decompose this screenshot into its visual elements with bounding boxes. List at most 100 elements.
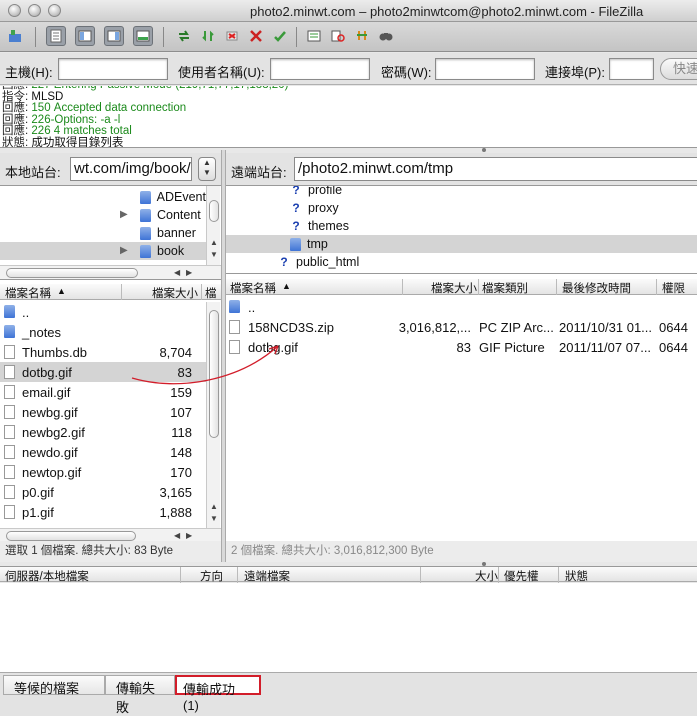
remote-file-row[interactable]: 158NCD3S.zip 3,016,812,... PC ZIP Arc... 20… [226, 317, 697, 337]
local-file-row[interactable]: newtop.gif 170 [0, 462, 206, 482]
local-tree-item[interactable]: ▶ book [0, 242, 206, 260]
local-tree-vscroll[interactable]: ▲ ▼ [206, 186, 220, 266]
log-line-text: 226-Options: -a -l [31, 113, 121, 126]
col-header-direction[interactable]: 方向 [200, 568, 223, 584]
local-file-size: 3,165 [159, 485, 192, 500]
local-file-row[interactable]: .. [0, 302, 206, 322]
directory-filter-icon[interactable] [304, 26, 324, 46]
local-file-name: .. [22, 305, 30, 320]
reconnect-icon[interactable] [270, 26, 290, 46]
local-site-label: 本地站台: [5, 165, 61, 180]
toggle-queue-icon[interactable] [133, 26, 153, 46]
close-window-button[interactable] [8, 4, 21, 17]
scroll-thumb[interactable] [6, 531, 136, 541]
local-file-name: Thumbs.db [22, 345, 88, 360]
host-input[interactable] [58, 58, 168, 80]
remote-tree-item[interactable]: ? themes [226, 217, 697, 235]
toggle-log-icon[interactable] [46, 26, 66, 46]
tab-successful-transfers[interactable]: 傳輸成功 (1) [175, 675, 261, 713]
col-header-filename[interactable]: 檔案名稱 [230, 280, 276, 296]
toggle-compare-icon[interactable] [328, 26, 348, 46]
col-header-filename[interactable]: 檔案名稱 [5, 285, 51, 301]
file-icon [4, 485, 15, 499]
log-line-label: 回應: [2, 125, 29, 137]
search-icon[interactable] [376, 26, 396, 46]
col-header-remote-file[interactable]: 遠端檔案 [244, 568, 290, 584]
unknown-folder-icon: ? [292, 185, 300, 197]
sync-browse-icon[interactable] [352, 26, 372, 46]
log-line-text: 227 Entering Passive Mode (219,71,77,17,… [31, 86, 288, 91]
splitter-handle[interactable] [482, 148, 486, 152]
local-file-size: 1,888 [159, 505, 192, 520]
queue-tabs: 等候的檔案 傳輸失敗 傳輸成功 (1) [0, 672, 697, 716]
disclosure-triangle-icon[interactable]: ▶ [120, 245, 128, 256]
scroll-thumb[interactable] [209, 200, 219, 222]
remote-file-row[interactable]: dotbg.gif 83 GIF Picture 2011/11/07 07... 06… [226, 337, 697, 357]
local-file-row[interactable]: newbg.gif 107 [0, 402, 206, 422]
site-manager-icon[interactable] [5, 26, 25, 46]
local-file-row[interactable]: p0.gif 3,165 [0, 482, 206, 502]
remote-tree-item[interactable]: tmp [226, 235, 697, 253]
unknown-folder-icon: ? [292, 200, 300, 215]
toggle-local-tree-icon[interactable] [75, 26, 95, 46]
remote-file-row[interactable]: .. [226, 297, 697, 317]
col-header-priority[interactable]: 優先權 [504, 568, 539, 584]
local-list-hscroll[interactable]: ◀ ▶ [0, 528, 221, 541]
local-dir-tree: ADEvent ▶ Content banner ▶ book ▲ ▼ ◀ ▶ [0, 185, 221, 279]
message-log[interactable]: 回應: 227 Entering Passive Mode (219,71,77… [0, 86, 697, 148]
quickconnect-button[interactable]: 快速 [660, 58, 697, 80]
remote-tree-item[interactable]: ? proxy [226, 199, 697, 217]
col-header-filetype[interactable]: 檔 [205, 285, 217, 301]
local-file-list: 檔案名稱 ▲ 檔案大小 檔 .. _notes Thumbs.db 8,704 dotb… [0, 279, 221, 541]
refresh-icon[interactable] [174, 26, 194, 46]
local-path-input[interactable]: wt.com/img/book/ [70, 157, 192, 181]
unknown-folder-icon: ? [292, 218, 300, 233]
queue-list [0, 583, 697, 673]
zoom-window-button[interactable] [48, 4, 61, 17]
file-icon [4, 385, 15, 399]
local-tree-item[interactable]: banner [0, 224, 206, 242]
file-icon [4, 425, 15, 439]
local-tree-item[interactable]: ▶ Content [0, 206, 206, 224]
local-file-row[interactable]: newbg2.gif 118 [0, 422, 206, 442]
col-header-filesize[interactable]: 檔案大小 [431, 280, 477, 296]
tab-queued-files[interactable]: 等候的檔案 [3, 675, 105, 696]
disconnect-icon[interactable] [246, 26, 266, 46]
local-tree-item-label: book [157, 244, 185, 258]
local-file-row[interactable]: p1.gif 1,888 [0, 502, 206, 522]
toggle-remote-tree-icon[interactable] [104, 26, 124, 46]
col-header-modified[interactable]: 最後修改時間 [562, 280, 631, 296]
remote-path-input[interactable]: /photo2.minwt.com/tmp [294, 157, 697, 181]
local-file-row[interactable]: newdo.gif 148 [0, 442, 206, 462]
username-input[interactable] [270, 58, 370, 80]
local-tree-hscroll[interactable]: ◀ ▶ [0, 265, 221, 279]
port-label: 連接埠(P): [545, 65, 605, 80]
password-label: 密碼(W): [381, 65, 432, 80]
disclosure-triangle-icon[interactable]: ▶ [120, 209, 128, 220]
remote-tree-item[interactable]: ? public_html [226, 253, 697, 271]
col-header-size[interactable]: 大小 [475, 568, 498, 584]
local-file-name: email.gif [22, 385, 71, 400]
log-line-label: 指令: [2, 90, 29, 103]
col-header-filesize[interactable]: 檔案大小 [152, 285, 198, 301]
tab-failed-transfers[interactable]: 傳輸失敗 [105, 675, 175, 715]
minimize-window-button[interactable] [28, 4, 41, 17]
folder-icon [290, 237, 301, 251]
local-tree-item[interactable]: ADEvent [0, 188, 206, 206]
col-header-filetype[interactable]: 檔案類別 [482, 280, 528, 296]
col-header-server[interactable]: 伺服器/本地檔案 [5, 568, 89, 584]
cancel-icon[interactable] [222, 26, 242, 46]
col-header-status[interactable]: 狀態 [565, 568, 588, 584]
remote-tree-item[interactable]: ? profile [226, 185, 697, 199]
folder-icon [4, 325, 15, 338]
remote-tree-item-label: themes [308, 219, 349, 233]
password-input[interactable] [435, 58, 535, 80]
col-header-permissions[interactable]: 權限 [662, 280, 685, 296]
scroll-thumb[interactable] [6, 268, 138, 278]
port-input[interactable] [609, 58, 654, 80]
local-path-dropdown[interactable]: ▲ ▼ [198, 157, 216, 181]
title-bar: photo2.minwt.com – photo2minwtcom@photo2… [0, 0, 697, 22]
local-file-name: newbg2.gif [22, 425, 85, 440]
file-icon [4, 365, 15, 379]
process-queue-icon[interactable] [198, 26, 218, 46]
